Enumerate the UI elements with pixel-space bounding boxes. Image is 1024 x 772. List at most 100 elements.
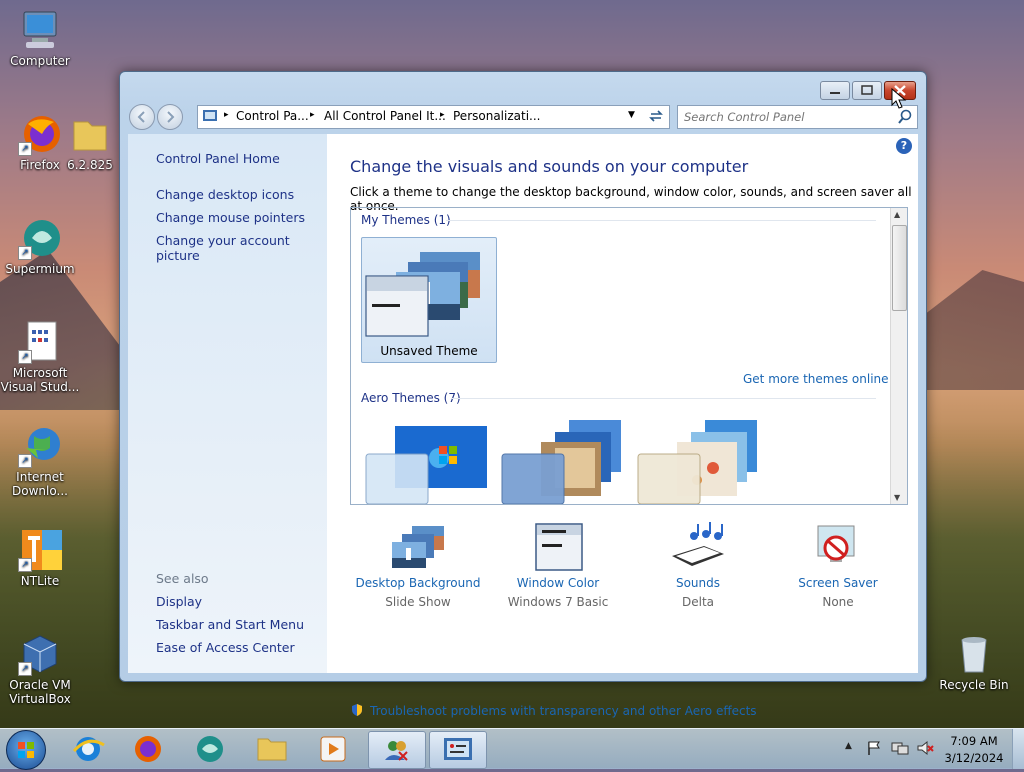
scroll-down-icon[interactable]: ▼ [894, 493, 900, 502]
desktop-icon-label: Recycle Bin [939, 678, 1009, 692]
document-icon: ↗ [18, 320, 62, 364]
scrollbar-thumb[interactable] [892, 225, 907, 311]
sidebar-change-desktop-icons[interactable]: Change desktop icons [156, 187, 294, 202]
breadcrumb-all-items[interactable]: All Control Panel It... [324, 109, 446, 123]
shortcut-arrow-icon: ↗ [18, 662, 32, 676]
search-box[interactable] [677, 105, 918, 129]
show-hidden-icons-button[interactable]: ▲ [845, 741, 852, 751]
theme-windows-7[interactable] [361, 418, 491, 504]
desktop-icon-internet-download[interactable]: ↗ Internet Downlo... [0, 424, 80, 498]
globe-icon: ↗ [18, 424, 62, 468]
search-icon[interactable] [897, 109, 913, 125]
aero-themes-heading: Aero Themes (7) [361, 391, 461, 405]
volume-muted-icon[interactable] [916, 740, 934, 756]
screen-saver-label[interactable]: Screen Saver [768, 576, 908, 590]
taskbar-firefox[interactable] [120, 731, 176, 767]
desktop-background-setting[interactable]: Desktop Background Slide Show [348, 522, 488, 609]
refresh-icon[interactable] [646, 106, 666, 126]
theme-unsaved[interactable]: Unsaved Theme [361, 237, 497, 363]
screen-saver-value: None [822, 595, 854, 609]
scroll-up-icon[interactable]: ▲ [894, 210, 900, 219]
get-more-themes-link[interactable]: Get more themes online [743, 372, 889, 386]
folder-icon [257, 738, 287, 761]
sidebar-change-account-picture[interactable]: Change your account picture [156, 233, 327, 263]
sounds-label[interactable]: Sounds [628, 576, 768, 590]
desktop-icon-label: Supermium [5, 262, 75, 276]
users-icon [385, 741, 408, 761]
theme-architecture[interactable] [497, 418, 627, 504]
start-button[interactable] [6, 730, 46, 770]
page-title: Change the visuals and sounds on your co… [350, 157, 749, 176]
personalization-window: ▸ Control Pa... ▸ All Control Panel It..… [119, 71, 927, 718]
internet-explorer-icon [72, 737, 105, 761]
desktop-icon-ntlite[interactable]: ↗ NTLite [0, 528, 80, 588]
desktop-icon-label: Oracle VM VirtualBox [9, 678, 71, 706]
chevron-down-icon[interactable]: ▼ [628, 110, 635, 120]
taskbar-media-player[interactable] [305, 731, 361, 767]
taskbar-users-app[interactable] [368, 731, 426, 769]
taskbar-control-panel[interactable] [429, 731, 487, 769]
theme-preview-image [501, 420, 621, 504]
sounds-setting[interactable]: Sounds Delta [628, 522, 768, 609]
window-content: Control Panel Home Change desktop icons … [128, 134, 918, 718]
mouse-cursor-icon [891, 88, 907, 109]
taskbar-internet-explorer[interactable] [60, 731, 116, 767]
theme-preview-image [365, 252, 480, 337]
desktop-icon-visual-studio[interactable]: ↗ Microsoft Visual Stud... [0, 320, 80, 394]
window-color-label[interactable]: Window Color [488, 576, 628, 590]
clock-time[interactable]: 7:09 AM [942, 734, 1006, 748]
window-color-value: Windows 7 Basic [507, 595, 609, 609]
screen-saver-setting[interactable]: Screen Saver None [768, 522, 908, 609]
desktop-background-label[interactable]: Desktop Background [348, 576, 488, 590]
address-bar[interactable]: ▸ Control Pa... ▸ All Control Panel It..… [197, 105, 670, 129]
network-icon[interactable] [891, 740, 909, 756]
taskbar-supermium[interactable] [182, 731, 238, 767]
forward-button[interactable] [157, 104, 183, 130]
desktop-icon-folder[interactable]: 6.2.825 [60, 112, 120, 172]
minimize-button[interactable] [820, 81, 850, 100]
breadcrumb-personalization[interactable]: Personalizati... [453, 109, 540, 123]
theme-unsaved-label: Unsaved Theme [380, 344, 478, 358]
shortcut-arrow-icon: ↗ [18, 142, 32, 156]
recycle-bin-icon [952, 632, 996, 676]
desktop-icon-recycle-bin[interactable]: Recycle Bin [934, 632, 1014, 692]
desktop-icon-computer[interactable]: Computer [0, 8, 80, 68]
help-icon[interactable]: ? [896, 138, 912, 154]
sidebar-control-panel-home[interactable]: Control Panel Home [156, 151, 280, 166]
supermium-icon: ↗ [18, 216, 62, 260]
search-input[interactable] [682, 108, 891, 126]
desktop-background-icon [390, 522, 446, 572]
divider [446, 220, 876, 221]
see-also-display[interactable]: Display [156, 594, 202, 609]
show-desktop-button[interactable] [1012, 729, 1024, 769]
desktop-icon-label: Computer [10, 54, 70, 68]
themes-list: My Themes (1) Unsaved Theme Get more the… [350, 207, 908, 505]
troubleshoot-link[interactable]: Troubleshoot problems with transparency … [370, 704, 757, 718]
see-also-heading: See also [156, 571, 209, 586]
desktop-icon-virtualbox[interactable]: ↗ Oracle VM VirtualBox [0, 632, 80, 706]
breadcrumb-separator-icon: ▸ [224, 110, 229, 120]
window-color-icon [530, 522, 586, 572]
supermium-icon [197, 736, 223, 762]
taskbar-explorer[interactable] [244, 731, 300, 767]
shortcut-arrow-icon: ↗ [18, 350, 32, 364]
back-button[interactable] [129, 104, 155, 130]
theme-characters[interactable] [633, 418, 763, 504]
wallpaper-mountain [920, 270, 1024, 390]
maximize-button[interactable] [852, 81, 882, 100]
window-color-setting[interactable]: Window Color Windows 7 Basic [488, 522, 628, 609]
desktop-background-value: Slide Show [385, 595, 451, 609]
action-center-flag-icon[interactable] [866, 740, 882, 756]
desktop-icon-supermium[interactable]: ↗ Supermium [0, 216, 80, 276]
control-panel-icon [444, 738, 472, 760]
windows-logo-icon [18, 742, 34, 758]
sidebar-change-mouse-pointers[interactable]: Change mouse pointers [156, 210, 305, 225]
themes-scrollbar[interactable]: ▲ ▼ [890, 208, 907, 504]
clock-date[interactable]: 3/12/2024 [942, 751, 1006, 765]
computer-icon [18, 8, 62, 52]
breadcrumb-control-panel[interactable]: Control Pa... [236, 109, 309, 123]
see-also-taskbar[interactable]: Taskbar and Start Menu [156, 617, 304, 632]
see-also-ease-of-access[interactable]: Ease of Access Center [156, 640, 295, 655]
desktop-icon-label: 6.2.825 [67, 158, 113, 172]
ntlite-icon: ↗ [18, 528, 62, 572]
